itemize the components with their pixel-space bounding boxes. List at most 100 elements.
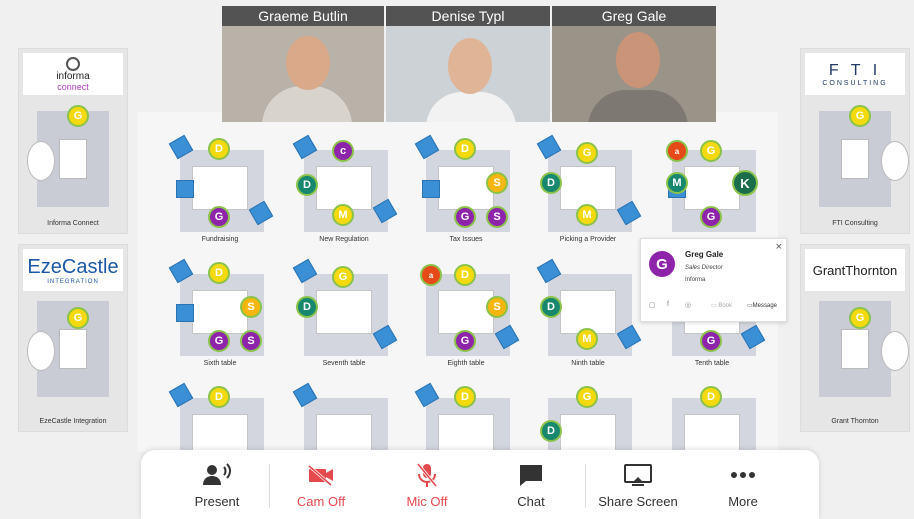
avatar[interactable]: M (666, 172, 688, 194)
logo-text: GrantThornton (812, 262, 898, 278)
avatar[interactable]: G (67, 105, 89, 127)
avatar[interactable]: G (576, 386, 598, 408)
profile-company: Informa (685, 277, 706, 283)
avatar[interactable]: G (576, 142, 598, 164)
avatar[interactable]: D (208, 138, 230, 160)
booth-caption: EzeCastle Integration (39, 418, 107, 425)
table-sixth[interactable]: D S G S Sixth table (160, 258, 280, 372)
share-screen-button[interactable]: Share Screen (593, 462, 683, 514)
table-label: Seventh table (322, 360, 366, 367)
chat-button[interactable]: Chat (491, 462, 571, 514)
informa-logo-icon (66, 56, 80, 71)
video-participant-name: Denise Typl (386, 6, 550, 26)
call-toolbar: Present Cam Off Mic Off Chat Share Scree… (141, 450, 819, 519)
avatar[interactable]: G (67, 307, 89, 329)
table-tax-issues[interactable]: D S G S Tax Issues (406, 134, 526, 248)
booth-caption: Informa Connect (47, 220, 99, 227)
booth-logo: informa connect (23, 53, 123, 95)
avatar[interactable]: G (208, 206, 230, 228)
avatar[interactable]: S (486, 172, 508, 194)
logo-text: F T I (828, 61, 882, 79)
booth-desk: G D (819, 301, 909, 397)
avatar[interactable]: D (208, 262, 230, 284)
table-eighth[interactable]: a D S G Eighth table (406, 264, 526, 372)
more-button[interactable]: More (703, 462, 783, 514)
table-label: Sixth table (203, 360, 237, 367)
profile-name: Greg Gale (685, 250, 724, 259)
avatar[interactable]: D (296, 174, 318, 196)
mic-off-icon (387, 462, 467, 488)
present-button[interactable]: Present (177, 462, 257, 514)
event-room: informa connect D G Informa Connect EzeC… (0, 0, 914, 519)
avatar[interactable]: D (881, 141, 909, 181)
video-tile[interactable]: Graeme Butlin (222, 6, 384, 122)
avatar[interactable]: M (576, 204, 598, 226)
avatar[interactable]: G (332, 266, 354, 288)
camera-off-icon (281, 462, 361, 488)
avatar[interactable]: D (454, 264, 476, 286)
avatar[interactable]: D (881, 331, 909, 371)
mic-off-button[interactable]: Mic Off (387, 462, 467, 514)
avatar[interactable]: D (540, 420, 562, 442)
logo-subtext: CONSULTING (822, 79, 888, 87)
booth-grant-thornton[interactable]: GrantThornton G D Grant Thornton (800, 244, 910, 432)
avatar[interactable]: G (454, 206, 476, 228)
avatar[interactable]: G (700, 140, 722, 162)
booth-caption: Grant Thornton (831, 418, 879, 425)
book-button[interactable]: ▭ Book (711, 302, 732, 309)
chat-label: Chat (517, 494, 545, 509)
linkedin-icon[interactable]: ▢ (649, 301, 656, 309)
table-new-regulation[interactable]: c D M New Regulation (284, 134, 404, 248)
avatar[interactable]: S (240, 330, 262, 352)
present-icon (177, 462, 257, 488)
avatar[interactable]: D (296, 296, 318, 318)
booth-eze-castle[interactable]: EzeCastle INTEGRATION D G EzeCastle Inte… (18, 244, 128, 432)
video-participant-name: Greg Gale (552, 6, 716, 26)
table-fifth[interactable]: a G M K G (652, 140, 772, 248)
table-picking-a-provider[interactable]: G D M Picking a Provider (528, 134, 648, 248)
avatar[interactable]: S (486, 296, 508, 318)
avatar[interactable]: D (27, 331, 55, 371)
avatar[interactable]: G (454, 330, 476, 352)
avatar[interactable]: G (849, 307, 871, 329)
booth-fti-consulting[interactable]: F T I CONSULTING G D FTI Consulting (800, 48, 910, 234)
avatar[interactable]: G (208, 330, 230, 352)
avatar[interactable]: c (332, 140, 354, 162)
website-icon[interactable]: ◎ (685, 301, 691, 309)
avatar[interactable]: S (240, 296, 262, 318)
chat-icon (491, 462, 571, 488)
table-label: Tenth table (694, 360, 730, 367)
avatar[interactable]: a (420, 264, 442, 286)
table-fundraising[interactable]: D G Fundraising (160, 134, 280, 248)
facebook-icon[interactable]: f (667, 301, 669, 308)
avatar[interactable]: G (700, 330, 722, 352)
table-seventh[interactable]: G D Seventh table (284, 258, 404, 372)
avatar[interactable]: S (486, 206, 508, 228)
avatar[interactable]: G (849, 105, 871, 127)
logo-subtext: connect (57, 81, 89, 92)
table-label: New Regulation (319, 236, 369, 243)
avatar[interactable]: D (454, 138, 476, 160)
table-label: Fundraising (201, 236, 239, 243)
avatar[interactable]: G (700, 206, 722, 228)
video-tile[interactable]: Denise Typl (386, 6, 550, 122)
avatar[interactable]: K (732, 170, 758, 196)
avatar[interactable]: M (576, 328, 598, 350)
booth-desk: D G (27, 105, 109, 207)
close-icon[interactable]: × (776, 241, 782, 253)
avatar[interactable]: D (27, 141, 55, 181)
table-ninth[interactable]: D M Ninth table (528, 258, 648, 372)
avatar[interactable]: a (666, 140, 688, 162)
booth-desk: G D (819, 105, 909, 207)
avatar[interactable]: M (332, 204, 354, 226)
message-button[interactable]: ▭Message (747, 302, 777, 309)
cam-off-button[interactable]: Cam Off (281, 462, 361, 514)
booth-logo: GrantThornton (805, 249, 905, 291)
avatar[interactable]: D (540, 172, 562, 194)
avatar[interactable]: D (454, 386, 476, 408)
avatar[interactable]: D (700, 386, 722, 408)
avatar[interactable]: D (540, 296, 562, 318)
video-tile[interactable]: Greg Gale (552, 6, 716, 122)
avatar[interactable]: D (208, 386, 230, 408)
booth-informa-connect[interactable]: informa connect D G Informa Connect (18, 48, 128, 234)
